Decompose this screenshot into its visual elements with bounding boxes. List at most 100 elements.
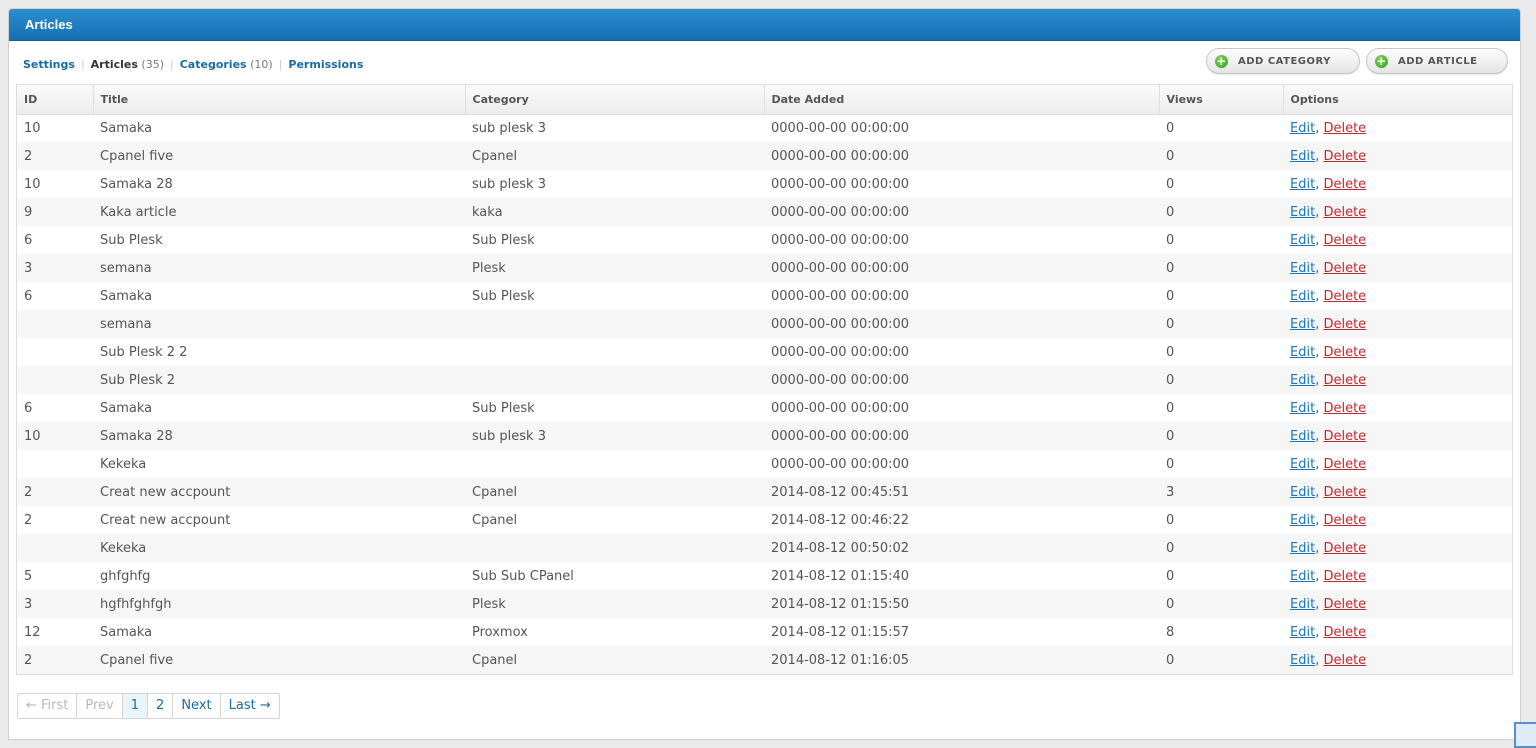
cell-options: Edit, Delete [1283, 198, 1512, 226]
edit-link[interactable]: Edit [1290, 597, 1315, 612]
delete-link[interactable]: Delete [1323, 373, 1366, 388]
table-row: 10 Samaka 28 sub plesk 3 0000-00-00 00:00:0… [17, 422, 1512, 450]
pagination-page-1[interactable]: 1 [122, 694, 149, 718]
cell-date-added: 2014-08-12 00:50:02 [771, 540, 910, 556]
table-row: 3 semana Plesk 0000-00-00 00:00:00 0 Edit, De… [17, 254, 1512, 282]
cell-views: 0 [1166, 204, 1175, 220]
cell-category [465, 534, 764, 562]
edit-link[interactable]: Edit [1290, 401, 1315, 416]
subnav-settings[interactable]: Settings [23, 58, 75, 71]
cell-views: 8 [1166, 624, 1175, 640]
cell-date-added: 2014-08-12 00:46:22 [771, 512, 910, 528]
cell-id: 10 [24, 428, 41, 444]
edit-link[interactable]: Edit [1290, 317, 1315, 332]
subnav-permissions[interactable]: Permissions [288, 58, 363, 71]
pagination-page-2[interactable]: 2 [148, 694, 174, 718]
add-article-button[interactable]: + ADD ARTICLE [1366, 48, 1508, 74]
pagination-last[interactable]: Last → [221, 694, 279, 718]
edit-link[interactable]: Edit [1290, 289, 1315, 304]
cell-title: Sub Plesk 2 2 [100, 344, 188, 360]
delete-link[interactable]: Delete [1323, 345, 1366, 360]
cell-title: Creat new accpount [100, 484, 231, 500]
column-header-category[interactable]: Category [465, 85, 765, 115]
cell-date-added: 2014-08-12 01:15:50 [771, 596, 910, 612]
cell-category: Cpanel [472, 148, 518, 164]
cell-options: Edit, Delete [1283, 618, 1512, 646]
cell-id: 10 [24, 176, 41, 192]
edit-link[interactable]: Edit [1290, 625, 1315, 640]
delete-link[interactable]: Delete [1323, 121, 1366, 136]
delete-link[interactable]: Delete [1323, 317, 1366, 332]
cell-title: Samaka [100, 400, 153, 416]
delete-link[interactable]: Delete [1323, 149, 1366, 164]
edit-link[interactable]: Edit [1290, 569, 1315, 584]
cell-date-added: 0000-00-00 00:00:00 [771, 148, 910, 164]
delete-link[interactable]: Delete [1323, 597, 1366, 612]
plus-icon: + [1215, 53, 1228, 68]
delete-link[interactable]: Delete [1323, 401, 1366, 416]
edit-link[interactable]: Edit [1290, 653, 1315, 668]
delete-link[interactable]: Delete [1323, 625, 1366, 640]
cell-views: 0 [1166, 428, 1175, 444]
edit-link[interactable]: Edit [1290, 177, 1315, 192]
pagination-prev: Prev [77, 694, 123, 718]
categories-count: (10) [250, 58, 273, 71]
edit-link[interactable]: Edit [1290, 485, 1315, 500]
edit-link[interactable]: Edit [1290, 345, 1315, 360]
subnav-categories[interactable]: Categories [180, 58, 247, 71]
edit-link[interactable]: Edit [1290, 121, 1315, 136]
edit-link[interactable]: Edit [1290, 541, 1315, 556]
cell-date-added: 0000-00-00 00:00:00 [771, 456, 910, 472]
edit-link[interactable]: Edit [1290, 513, 1315, 528]
table-row: 12 Samaka Proxmox 2014-08-12 01:15:57 8 Edit,… [17, 618, 1512, 646]
delete-link[interactable]: Delete [1323, 457, 1366, 472]
pagination: ← First Prev 1 2 Next Last → [17, 693, 280, 719]
cell-title: Sub Plesk [100, 232, 163, 248]
column-header-date-added[interactable]: Date Added [764, 85, 1160, 115]
delete-link[interactable]: Delete [1323, 569, 1366, 584]
edit-link[interactable]: Edit [1290, 205, 1315, 220]
cell-id: 9 [24, 204, 33, 220]
delete-link[interactable]: Delete [1323, 177, 1366, 192]
cell-title: Kekeka [100, 540, 147, 556]
edit-link[interactable]: Edit [1290, 149, 1315, 164]
column-header-views[interactable]: Views [1159, 85, 1284, 115]
delete-link[interactable]: Delete [1323, 289, 1366, 304]
cell-options: Edit, Delete [1283, 226, 1512, 254]
cell-date-added: 0000-00-00 00:00:00 [771, 400, 910, 416]
cell-options: Edit, Delete [1283, 142, 1512, 170]
plus-icon: + [1375, 53, 1388, 68]
window-corner-widget [1514, 722, 1536, 748]
cell-title: Cpanel five [100, 148, 174, 164]
cell-views: 0 [1166, 344, 1175, 360]
delete-link[interactable]: Delete [1323, 429, 1366, 444]
edit-link[interactable]: Edit [1290, 233, 1315, 248]
cell-views: 0 [1166, 400, 1175, 416]
edit-link[interactable]: Edit [1290, 457, 1315, 472]
cell-options: Edit, Delete [1283, 506, 1512, 534]
delete-link[interactable]: Delete [1323, 261, 1366, 276]
cell-id: 6 [24, 400, 33, 416]
cell-date-added: 0000-00-00 00:00:00 [771, 204, 910, 220]
delete-link[interactable]: Delete [1323, 205, 1366, 220]
pagination-next[interactable]: Next [173, 694, 221, 718]
edit-link[interactable]: Edit [1290, 373, 1315, 388]
cell-options: Edit, Delete [1283, 254, 1512, 282]
delete-link[interactable]: Delete [1323, 653, 1366, 668]
column-header-id[interactable]: ID [17, 85, 94, 115]
delete-link[interactable]: Delete [1323, 485, 1366, 500]
cell-id [17, 366, 93, 394]
add-category-button[interactable]: + ADD CATEGORY [1206, 48, 1360, 74]
subnav-articles[interactable]: Articles [91, 58, 138, 71]
cell-title: Kekeka [100, 456, 147, 472]
delete-link[interactable]: Delete [1323, 513, 1366, 528]
table-body: 10 Samaka sub plesk 3 0000-00-00 00:00:00 0 E… [17, 114, 1512, 674]
cell-options: Edit, Delete [1283, 478, 1512, 506]
articles-table: ID Title Category Date Added Views Optio… [17, 85, 1512, 674]
edit-link[interactable]: Edit [1290, 261, 1315, 276]
edit-link[interactable]: Edit [1290, 429, 1315, 444]
column-header-title[interactable]: Title [93, 85, 466, 115]
delete-link[interactable]: Delete [1323, 233, 1366, 248]
table-row: 2 Cpanel five Cpanel 0000-00-00 00:00:00 0 Ed… [17, 142, 1512, 170]
delete-link[interactable]: Delete [1323, 541, 1366, 556]
